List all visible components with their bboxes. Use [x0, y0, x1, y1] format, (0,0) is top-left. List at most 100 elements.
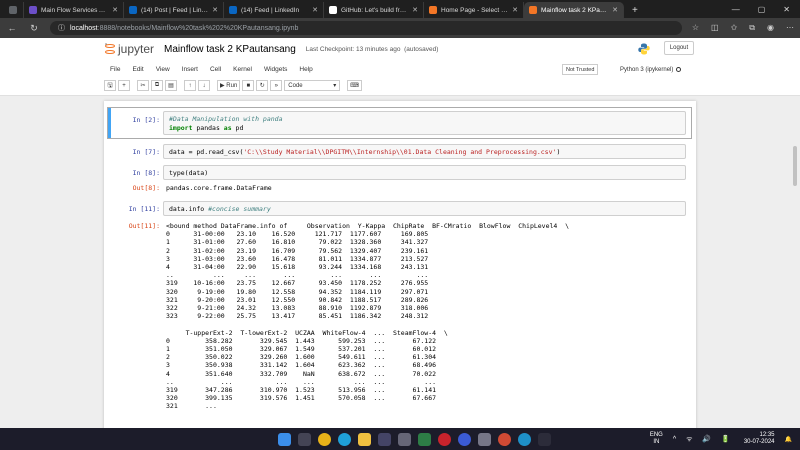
menu-item-help[interactable]: Help — [293, 66, 318, 73]
language-indicator[interactable]: ENG IN — [650, 432, 663, 446]
search-icon[interactable] — [298, 432, 311, 446]
edge-icon[interactable] — [338, 432, 351, 446]
minimize-button[interactable]: — — [732, 5, 740, 14]
trust-indicator[interactable]: Not Trusted — [562, 64, 599, 75]
output-cell: Out[8]: pandas.core.frame.DataFrame — [104, 183, 696, 195]
vpn-icon[interactable] — [458, 432, 471, 446]
menu-item-kernel[interactable]: Kernel — [227, 66, 258, 73]
page-scrollbar[interactable] — [793, 146, 797, 186]
code-keyword-import: import — [169, 123, 193, 132]
browser-tab[interactable]: Main Flow Services And Technologies ✕ — [24, 2, 124, 18]
notebook-title[interactable]: Mainflow task 2 KPautansang — [164, 44, 296, 55]
maximize-button[interactable]: ▢ — [758, 5, 766, 14]
restart-icon[interactable]: ↻ — [256, 80, 269, 91]
tab-close-icon[interactable]: ✕ — [312, 6, 318, 14]
jupyter-logo-text: jupyter — [118, 42, 155, 56]
code-cell[interactable]: In [7]: data = pd.read_csv('C:\\Study Ma… — [104, 144, 696, 160]
fast-forward-icon[interactable]: » — [270, 80, 283, 91]
code-cell[interactable]: In [8]: type(data) — [104, 165, 696, 181]
clock-time: 12:35 — [759, 431, 775, 438]
code-input[interactable]: #Data Manipulation with panda import pan… — [163, 111, 686, 135]
profile-icon[interactable]: ◉ — [767, 23, 774, 33]
taskbar-apps — [278, 432, 551, 446]
code-input[interactable]: data = pd.read_csv('C:\\Study Material\\… — [163, 144, 686, 159]
menu-item-edit[interactable]: Edit — [126, 66, 149, 73]
menu-item-cell[interactable]: Cell — [204, 66, 227, 73]
system-tray: ENG IN ^ ᯤ 🔊 🔋 12:35 30-07-2024 🔔 — [650, 432, 792, 447]
system-icons[interactable]: ^ ᯤ 🔊 🔋 — [673, 435, 734, 444]
pinterest-icon[interactable] — [438, 432, 451, 446]
menu-item-view[interactable]: View — [150, 66, 176, 73]
tab-close-icon[interactable]: ✕ — [412, 6, 418, 14]
more-icon[interactable]: ⋯ — [786, 23, 794, 33]
edge-alt-icon[interactable] — [518, 432, 531, 446]
cell-type-select[interactable]: Code ▾ — [284, 80, 341, 91]
split-screen-icon[interactable]: ◫ — [711, 23, 719, 33]
run-button[interactable]: ▶ Run — [217, 80, 241, 91]
code-keyword-as: as — [223, 123, 232, 132]
url-host: localhost — [70, 24, 98, 32]
jupyter-icon — [529, 6, 537, 14]
menu-item-insert[interactable]: Insert — [176, 66, 204, 73]
paste-icon[interactable]: ▤ — [165, 80, 177, 91]
mainflow-icon — [29, 6, 37, 14]
region-code: IN — [653, 439, 660, 445]
star-icon[interactable]: ☆ — [692, 23, 699, 33]
close-window-button[interactable]: ✕ — [783, 5, 790, 14]
keyboard-icon[interactable]: ⌨ — [347, 80, 362, 91]
tab-title: GitHub: Let's build from here — [341, 6, 409, 14]
tab-close-icon[interactable]: ✕ — [512, 6, 518, 14]
notebook-page: In [2]: #Data Manipulation with panda im… — [104, 101, 696, 428]
collections-icon[interactable]: ⧉ — [749, 23, 755, 33]
address-bar: ← ↻ ⓘ localhost:8888/notebooks/Mainflow%… — [0, 18, 800, 38]
kernel-indicator[interactable]: Python 3 (ipykernel) — [620, 64, 682, 75]
refresh-icon[interactable]: ↻ — [28, 23, 40, 34]
mail-icon[interactable] — [478, 432, 491, 446]
logout-button[interactable]: Logout — [664, 41, 694, 55]
tab-close-icon[interactable]: ✕ — [612, 6, 618, 14]
browser-tab[interactable]: (14) Post | Feed | LinkedIn✕ — [124, 2, 224, 18]
favorites-icon[interactable]: ✩ — [731, 23, 738, 33]
checkpoint-text: Last Checkpoint: 13 minutes ago — [305, 45, 401, 53]
code-cell[interactable]: In [11]: data.info #concise summary — [104, 201, 696, 217]
clock[interactable]: 12:35 30-07-2024 — [744, 432, 775, 447]
tab-close-icon[interactable]: ✕ — [112, 6, 118, 14]
jupyter-logo[interactable]: jupyter — [105, 42, 154, 56]
code-input[interactable]: data.info #concise summary — [163, 201, 686, 216]
chrome-icon[interactable] — [318, 432, 331, 446]
new-tab-button[interactable]: + — [624, 2, 646, 18]
sidebar-icon — [9, 6, 17, 14]
browser-tab[interactable]: Home Page - Select or create ✕ — [424, 2, 524, 18]
cut-icon[interactable]: ✂ — [137, 80, 149, 91]
terminal-icon[interactable] — [538, 432, 551, 446]
move-down-icon[interactable]: ↓ — [198, 80, 210, 91]
code-comment: #concise summary — [204, 205, 271, 213]
move-up-icon[interactable]: ↑ — [184, 80, 196, 91]
menu-item-file[interactable]: File — [104, 66, 126, 73]
windows-start-icon[interactable] — [278, 432, 291, 446]
app-icon[interactable] — [418, 432, 431, 446]
file-explorer-icon[interactable] — [358, 432, 371, 446]
jupyter-orbit-icon — [105, 43, 115, 54]
settings-icon[interactable] — [398, 432, 411, 446]
browser-tab[interactable]: GitHub: Let's build from here✕ — [324, 2, 424, 18]
browser-tab[interactable]: Mainflow task 2 KPautansang ✕ — [524, 2, 624, 18]
chrome-alt-icon[interactable] — [498, 432, 511, 446]
url-input[interactable]: ⓘ localhost:8888/notebooks/Mainflow%20ta… — [50, 21, 682, 35]
tab-close-icon[interactable]: ✕ — [212, 6, 218, 14]
copy-icon[interactable]: ⧉ — [151, 80, 163, 91]
dataframe-info-output: <bound method DataFrame.info of Observat… — [166, 222, 570, 411]
store-icon[interactable] — [378, 432, 391, 446]
browser-toolbar-icons: ☆ ◫ ✩ ⧉ ◉ ⋯ — [692, 23, 794, 33]
code-input[interactable]: type(data) — [163, 165, 686, 180]
tab-title: Home Page - Select or create — [441, 6, 508, 14]
notification-bell-icon[interactable]: 🔔 — [785, 436, 792, 443]
back-arrow-icon[interactable]: ← — [6, 23, 18, 33]
browser-tab[interactable]: (14) Feed | LinkedIn ✕ — [224, 2, 324, 18]
code-cell[interactable]: In [2]: #Data Manipulation with panda im… — [104, 107, 696, 139]
insert-cell-icon[interactable]: + — [118, 80, 130, 91]
browser-tab[interactable] — [4, 2, 24, 18]
stop-icon[interactable]: ■ — [242, 80, 255, 91]
menu-item-widgets[interactable]: Widgets — [258, 66, 293, 73]
save-icon[interactable]: 🖫 — [104, 80, 116, 91]
